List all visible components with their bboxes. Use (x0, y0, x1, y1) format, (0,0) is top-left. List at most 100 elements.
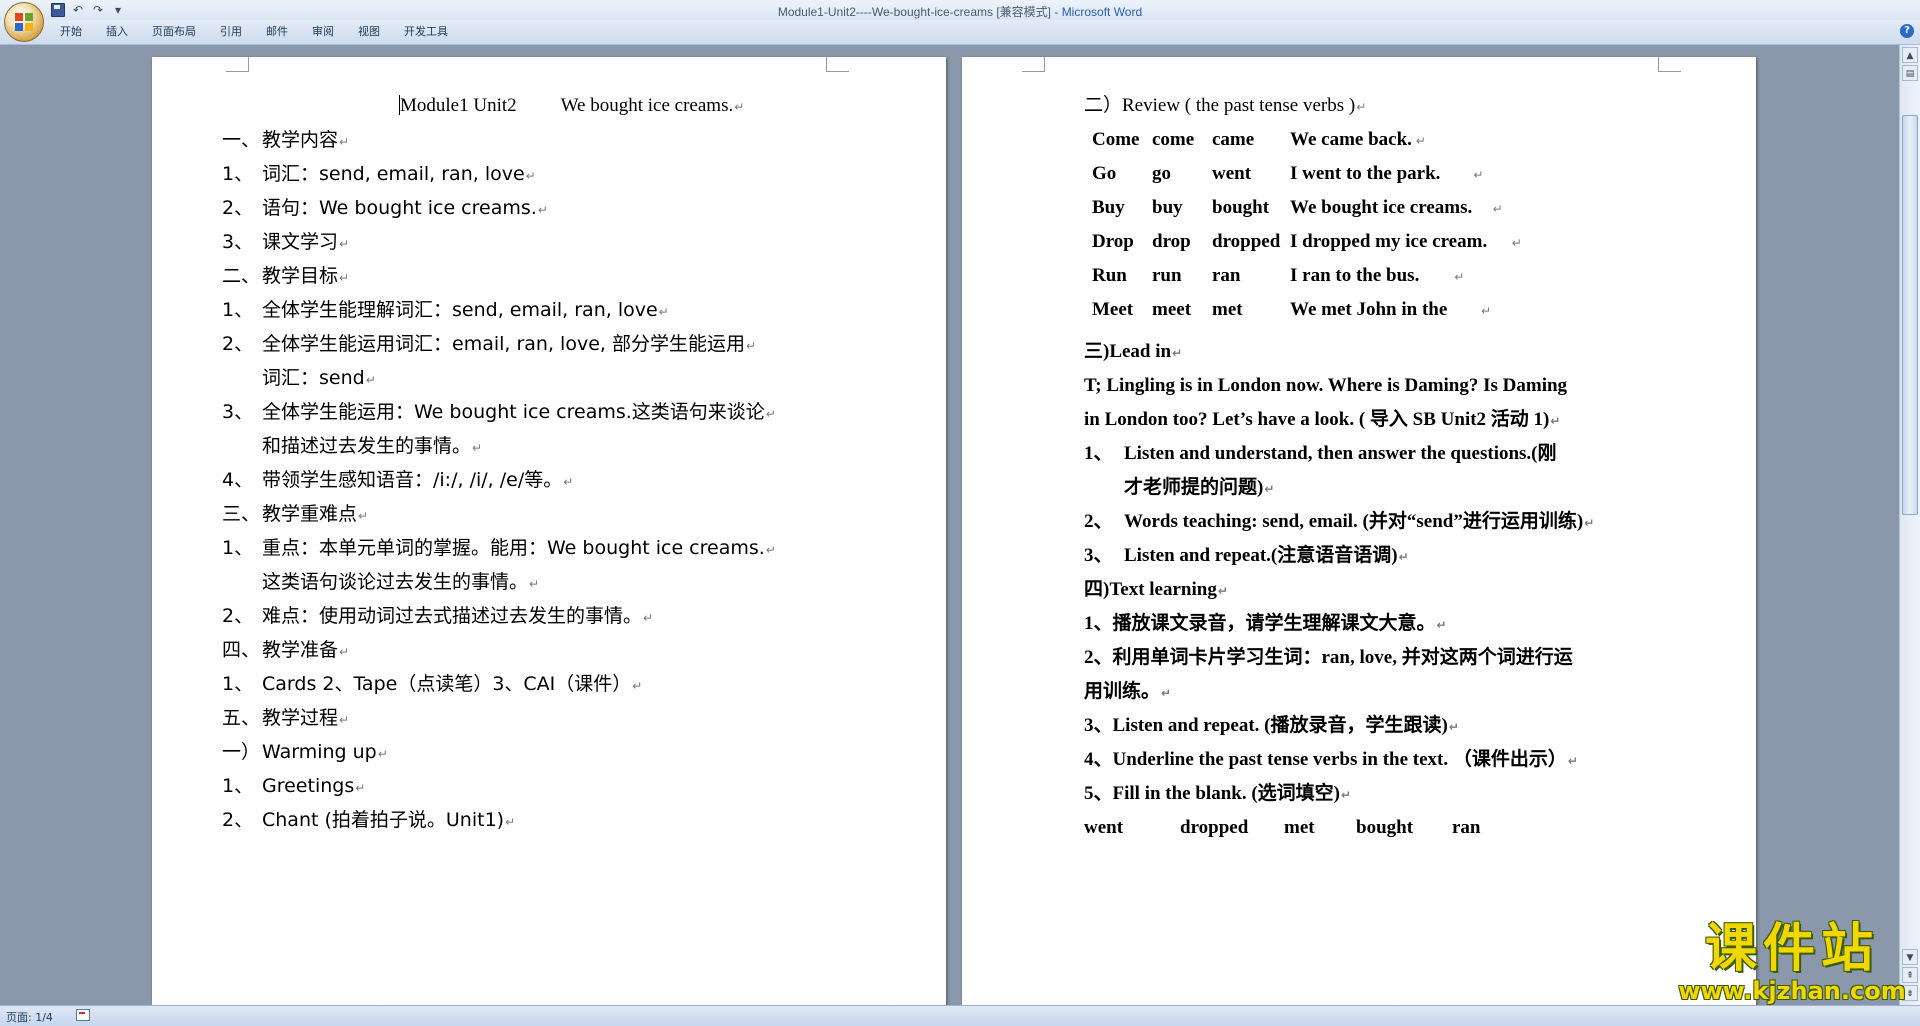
line-text: 词汇：send (262, 367, 365, 389)
next-page-button[interactable]: ⇟ (1902, 985, 1918, 1001)
document-workspace: Module1 Unit2 We bought ice creams.↵ 一、 教学… (0, 45, 1900, 1017)
scroll-down-button[interactable]: ▼ (1902, 949, 1918, 965)
line-number: 1、 (222, 537, 254, 559)
step-text: Listen and repeat.(注意语音语调) (1124, 545, 1398, 566)
outline-line: 2、 全体学生能运用词汇：email, ran, love, 部分学生能运用↵ (222, 333, 756, 357)
verb-cell: Buy (1092, 197, 1125, 218)
line-text: 带领学生感知语音：/i:/, /i/, /e/等。 (262, 469, 563, 491)
text-learning-line: 5、Fill in the blank. (选词填空)↵ (1084, 783, 1351, 806)
scrollbar-thumb[interactable] (1902, 115, 1918, 515)
document-page-2[interactable]: 二）Review ( the past tense verbs )↵ Come c… (962, 57, 1756, 1017)
help-icon[interactable]: ? (1900, 24, 1914, 38)
line-text: 教学重难点 (262, 503, 358, 525)
outline-line: 1、 词汇：send, email, ran, love↵ (222, 163, 536, 187)
crop-mark (226, 57, 249, 72)
paragraph-mark: ↵ (745, 339, 757, 353)
paragraph-mark: ↵ (765, 543, 776, 557)
office-button[interactable] (4, 2, 44, 42)
verb-cell: Run (1092, 265, 1127, 286)
line-text: 难点：使用动词过去式描述过去发生的事情。 (262, 605, 643, 627)
step-line: 2、 Words teaching: send, email. (并对“send”… (1084, 511, 1594, 534)
verb-cell: come (1152, 129, 1195, 150)
paragraph-mark: ↵ (1511, 231, 1522, 254)
line-text: 1、播放课文录音，请学生理解课文大意。 (1084, 613, 1436, 634)
paragraph-mark: ↵ (339, 713, 350, 727)
tab-page-layout[interactable]: 页面布局 (140, 20, 208, 44)
tab-developer[interactable]: 开发工具 (392, 20, 460, 44)
verb-cell: I ran to the bus. (1290, 265, 1420, 286)
paragraph-mark: ↵ (529, 577, 540, 591)
page-indicator[interactable]: 页面: 1/4 (6, 1009, 53, 1025)
verb-cell: Drop (1092, 231, 1134, 252)
line-number: 2、 (222, 605, 254, 627)
paragraph-mark: ↵ (1415, 134, 1426, 148)
paragraph-mark: ↵ (472, 441, 483, 455)
step-text: Listen and understand, then answer the q… (1124, 443, 1557, 464)
outline-line: 二、 教学目标↵ (222, 265, 349, 289)
line-number: 1、 (222, 673, 254, 695)
paragraph-mark: ↵ (358, 509, 369, 523)
tab-references[interactable]: 引用 (208, 20, 254, 44)
word-bank-item: ran (1452, 817, 1481, 838)
outline-line: 和描述过去发生的事情。↵ (222, 435, 482, 459)
verb-cell: dropped (1212, 231, 1281, 252)
outline-line: 三、 教学重难点↵ (222, 503, 368, 527)
document-page-1[interactable]: Module1 Unit2 We bought ice creams.↵ 一、 教学… (152, 57, 946, 1017)
verb-cell: bought (1212, 197, 1270, 218)
step-line: 1、 Listen and understand, then answer the… (1084, 443, 1557, 465)
line-number: 一） (222, 741, 261, 763)
line-number: 1、 (222, 163, 254, 185)
line-number: 二、 (222, 265, 261, 287)
outline-line: 2、 难点：使用动词过去式描述过去发生的事情。↵ (222, 605, 653, 629)
line-number: 五、 (222, 707, 261, 729)
paragraph-mark: ↵ (643, 611, 654, 625)
document-title: Module1 Unit2 We bought ice creams.↵ (399, 95, 745, 116)
tab-review[interactable]: 审阅 (300, 20, 346, 44)
tab-view[interactable]: 视图 (346, 20, 392, 44)
proofing-status-icon[interactable] (76, 1009, 90, 1021)
tab-insert[interactable]: 插入 (94, 20, 140, 44)
paragraph-mark: ↵ (1492, 202, 1503, 216)
text-learning-heading: 四)Text learning↵ (1084, 579, 1228, 600)
verb-cell: I went to the park. (1290, 163, 1441, 184)
word-bank-item: bought (1356, 817, 1414, 838)
paragraph-line: in London too? Let’s have a look. ( 导入 S… (1084, 409, 1561, 430)
line-text: 4、Underline the past tense verbs in the … (1084, 749, 1567, 770)
line-text: 教学目标 (262, 265, 339, 287)
line-text: 2、利用单词卡片学习生词：ran, love, 并对这两个词进行运 (1084, 647, 1573, 668)
paragraph-mark: ↵ (339, 135, 350, 149)
outline-line: 4、 带领学生感知语音：/i:/, /i/, /e/等。↵ (222, 469, 573, 493)
line-text: 和描述过去发生的事情。 (262, 435, 472, 457)
paragraph-mark: ↵ (1473, 168, 1484, 182)
paragraph-mark: ↵ (632, 679, 643, 693)
scroll-up-button[interactable]: ▲ (1902, 47, 1918, 63)
paragraph-mark: ↵ (1492, 197, 1503, 220)
verb-cell: go (1152, 163, 1171, 184)
application-name: Microsoft Word (1061, 5, 1143, 19)
paragraph-mark: ↵ (1480, 299, 1491, 322)
paragraph-mark: ↵ (1398, 550, 1409, 564)
outline-line: 词汇：send↵ (222, 367, 376, 391)
paragraph-line: T; Lingling is in London now. Where is D… (1084, 375, 1568, 396)
crop-mark (1658, 57, 1681, 72)
line-text: 5、Fill in the blank. (选词填空) (1084, 783, 1340, 804)
previous-page-button[interactable]: ⇞ (1902, 967, 1918, 983)
paragraph-mark: ↵ (1481, 304, 1492, 318)
paragraph-mark: ↵ (1415, 129, 1426, 152)
verb-cell: Meet (1092, 299, 1134, 320)
paragraph-mark: ↵ (537, 203, 548, 217)
line-number: 2、 (222, 197, 254, 219)
line-number: 4、 (222, 469, 254, 491)
step-text: Words teaching: send, email. (并对“send”进行… (1124, 511, 1584, 532)
step-line: 3、 Listen and repeat.(注意语音语调)↵ (1084, 545, 1409, 568)
step-number: 2、 (1084, 511, 1113, 532)
line-number: 1、 (222, 775, 254, 797)
tab-mailings[interactable]: 邮件 (254, 20, 300, 44)
paragraph-mark: ↵ (765, 407, 776, 421)
outline-line: 1、 重点：本单元单词的掌握。能用：We bought ice creams.↵ (222, 537, 776, 561)
step-number: 1、 (1084, 443, 1113, 464)
line-text: 教学准备 (262, 639, 339, 661)
ruler-toggle-button[interactable]: ▤ (1902, 65, 1918, 81)
vertical-scrollbar[interactable]: ▲ ▤ ▼ ⇞ ⇟ (1899, 45, 1920, 1005)
tab-home[interactable]: 开始 (48, 20, 94, 44)
